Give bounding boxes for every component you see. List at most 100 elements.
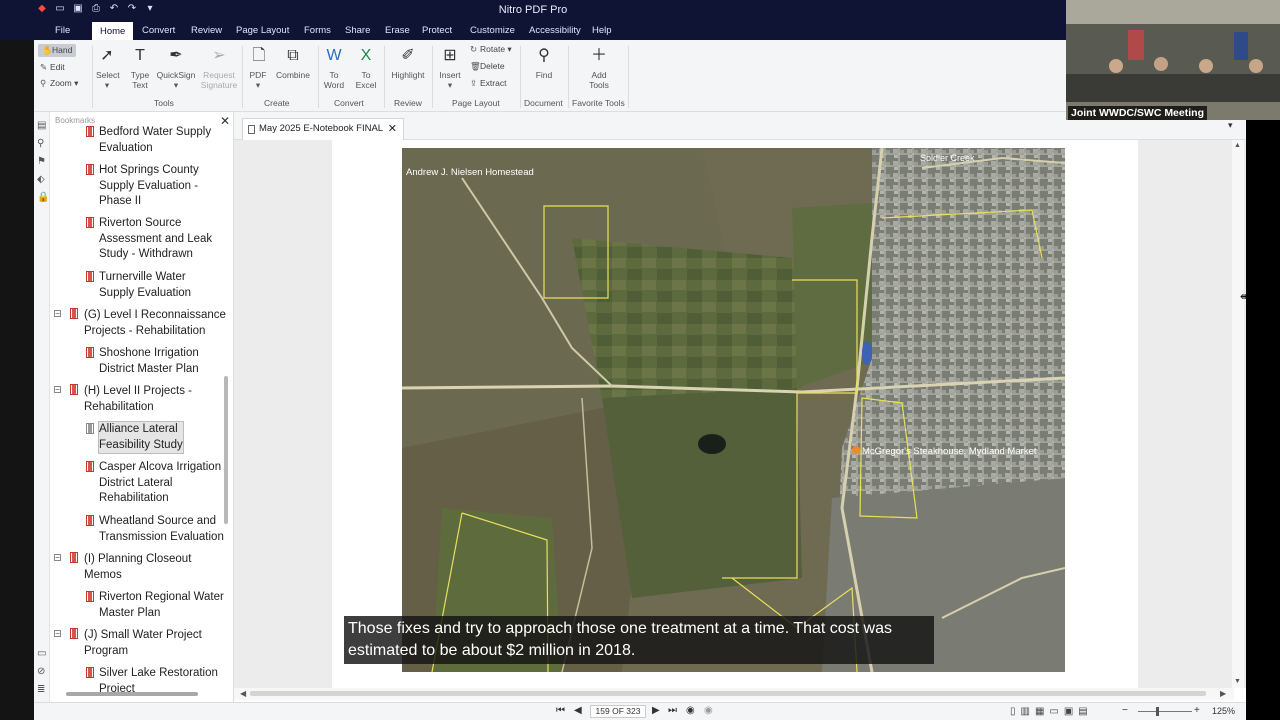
scroll-down-icon[interactable]: ▼ — [1234, 678, 1241, 685]
attachment-icon[interactable]: ⊘ — [37, 666, 45, 677]
zoom-level[interactable]: 125% — [1212, 706, 1235, 716]
bookmark-icon[interactable]: ⚑ — [37, 156, 46, 167]
hand-tool-button[interactable]: ✋Hand — [38, 44, 77, 57]
forward-view-icon[interactable]: ◉ — [704, 705, 713, 716]
tab-accessibility[interactable]: Accessibility — [529, 25, 581, 36]
tab-file[interactable]: File — [55, 25, 70, 36]
comment-icon[interactable]: ▭ — [37, 648, 46, 659]
quicksign-button[interactable]: ✒ QuickSign ▾ — [156, 46, 196, 91]
delete-button[interactable]: 🗑Delete — [470, 61, 505, 72]
bookmark-page-icon — [70, 384, 78, 395]
zoom-in-icon[interactable]: + — [1194, 705, 1200, 716]
next-page-icon[interactable]: ▶ — [652, 705, 660, 716]
bookmark-item[interactable]: Riverton Source Assessment and Leak Stud… — [99, 216, 212, 263]
layers-icon[interactable]: ≣ — [37, 684, 45, 695]
to-excel-button[interactable]: X To Excel — [354, 46, 378, 90]
tab-page-layout[interactable]: Page Layout — [236, 25, 289, 36]
close-panel-icon[interactable]: ✕ — [220, 114, 230, 128]
last-page-icon[interactable]: ⏭ — [668, 705, 677, 716]
to-word-button[interactable]: W To Word — [322, 46, 346, 90]
scroll-thumb[interactable] — [250, 691, 1206, 696]
first-page-icon[interactable]: ⏮ — [556, 705, 565, 716]
bookmark-item[interactable]: Wheatland Source and Transmission Evalua… — [99, 514, 224, 545]
insert-button[interactable]: ⊞ Insert ▾ — [436, 46, 464, 91]
zoom-slider[interactable] — [1138, 711, 1192, 712]
zoom-out-icon[interactable]: − — [1122, 705, 1128, 716]
bookmark-section[interactable]: (H) Level II Projects - Rehabilitation — [84, 384, 192, 415]
tab-home[interactable]: Home — [92, 22, 134, 40]
search-panel-icon[interactable]: ⚲ — [37, 138, 44, 149]
bookmark-item-selected[interactable]: Alliance Lateral Feasibility Study — [98, 421, 184, 454]
map-label-soldier-creek: Soldier Creek — [920, 153, 975, 163]
zoom-tool-button[interactable]: ⚲ Zoom ▾ — [40, 78, 78, 89]
extract-button[interactable]: ⇪ Extract — [470, 78, 506, 89]
tab-customize[interactable]: Customize — [470, 25, 515, 36]
view-mode-icons[interactable]: ▯▥▦▭▣▤ — [1010, 706, 1093, 717]
type-text-button[interactable]: T Type Text — [128, 46, 152, 90]
favorite-tools-group-label: Favorite Tools — [572, 98, 625, 108]
collapse-icon[interactable]: − — [54, 386, 61, 394]
highlight-button[interactable]: ✐ Highlight — [388, 46, 428, 80]
tab-erase[interactable]: Erase — [385, 25, 410, 36]
collapse-icon[interactable]: − — [54, 554, 61, 562]
bookmarks-horizontal-scrollbar[interactable] — [66, 692, 198, 696]
pdf-create-button[interactable]: 🗋 PDF ▾ — [248, 46, 268, 91]
scroll-right-icon[interactable]: ▶ — [1220, 689, 1226, 698]
tab-list-dropdown-icon[interactable]: ▾ — [1228, 120, 1233, 131]
scroll-up-icon[interactable]: ▲ — [1234, 142, 1241, 149]
zoom-icon: ⚲ — [40, 78, 47, 88]
tab-help[interactable]: Help — [592, 25, 612, 36]
tab-share[interactable]: Share — [345, 25, 370, 36]
excel-icon: X — [360, 47, 372, 64]
combine-button[interactable]: ⧉ Combine — [274, 46, 312, 80]
previous-page-icon[interactable]: ◀ — [574, 705, 582, 716]
collapse-icon[interactable]: − — [54, 630, 61, 638]
meeting-video-feed: Joint WWDC/SWC Meeting — [1066, 0, 1280, 120]
bookmark-item[interactable]: Turnerville Water Supply Evaluation — [99, 270, 191, 301]
tab-forms[interactable]: Forms — [304, 25, 331, 36]
trash-icon: 🗑 — [470, 61, 481, 71]
ribbon-divider — [92, 46, 93, 108]
bookmark-page-icon — [70, 552, 78, 563]
page-number-field[interactable]: 159 OF 323 — [590, 705, 646, 718]
zoom-slider-knob[interactable] — [1156, 707, 1159, 716]
home-ribbon: ✋Hand ✎ Edit ⚲ Zoom ▾ ➚ Select ▾ T Type Text … — [34, 40, 1066, 112]
bookmark-item[interactable]: Hot Springs County Supply Evaluation - P… — [99, 163, 199, 210]
scroll-left-icon[interactable]: ◀ — [240, 689, 246, 698]
select-button[interactable]: ➚ Select ▾ — [96, 46, 120, 91]
viewer-vertical-scrollbar[interactable]: ▲ ▼ — [1232, 140, 1244, 688]
rotate-button[interactable]: ↻ Rotate ▾ — [470, 44, 512, 55]
ribbon-divider — [384, 46, 385, 108]
viewer-horizontal-scrollbar[interactable]: ◀ ▶ — [234, 688, 1234, 700]
tab-convert[interactable]: Convert — [142, 25, 175, 36]
back-view-icon[interactable]: ◉ — [686, 705, 695, 716]
bookmark-item[interactable]: Bedford Water Supply Evaluation — [99, 125, 211, 156]
tab-review[interactable]: Review — [191, 25, 222, 36]
bookmark-item[interactable]: Shoshone Irrigation District Master Plan — [99, 346, 199, 377]
highlighter-icon: ✐ — [401, 47, 415, 64]
bookmark-section[interactable]: (I) Planning Closeout Memos — [84, 552, 191, 583]
request-signature-button[interactable]: ➢ Request Signature — [200, 46, 238, 90]
tab-protect[interactable]: Protect — [422, 25, 452, 36]
bookmark-item[interactable]: Riverton Regional Water Master Plan — [99, 590, 224, 621]
bookmark-item[interactable]: Casper Alcova Irrigation District Latera… — [99, 460, 221, 507]
bookmarks-scrollbar[interactable] — [224, 376, 228, 524]
title-bar: ◆ ▭ ▣ ⎙ ↶ ↷ ▾ Nitro PDF Pro — [0, 0, 1066, 22]
lock-icon[interactable]: 🔒 — [37, 192, 49, 203]
page-layout-group-label: Page Layout — [452, 98, 500, 108]
add-tools-button[interactable]: ＋ Add Tools — [584, 46, 614, 90]
bookmarks-panel: Bookmarks ✕ Bedford Water Supply Evaluat… — [50, 112, 234, 702]
edit-tool-button[interactable]: ✎ Edit — [40, 62, 65, 73]
bookmark-section[interactable]: (G) Level I Reconnaissance Projects - Re… — [84, 308, 226, 339]
document-tab[interactable]: May 2025 E-Notebook FINAL ✕ — [242, 118, 404, 140]
find-button[interactable]: ⚲ Find — [530, 46, 558, 80]
bookmarks-header: Bookmarks — [55, 116, 96, 125]
bookmark-section[interactable]: (J) Small Water Project Program — [84, 628, 202, 659]
panel-icon-strip: ▤ ⚲ ⚑ ⬖ 🔒 ▭ ⊘ ≣ — [34, 112, 50, 702]
collapse-icon[interactable]: − — [54, 310, 61, 318]
create-group-label: Create — [264, 98, 290, 108]
tag-icon[interactable]: ⬖ — [37, 174, 45, 185]
close-tab-icon[interactable]: ✕ — [388, 119, 397, 139]
pages-icon[interactable]: ▤ — [37, 120, 46, 131]
meeting-title-label: Joint WWDC/SWC Meeting — [1068, 106, 1207, 120]
